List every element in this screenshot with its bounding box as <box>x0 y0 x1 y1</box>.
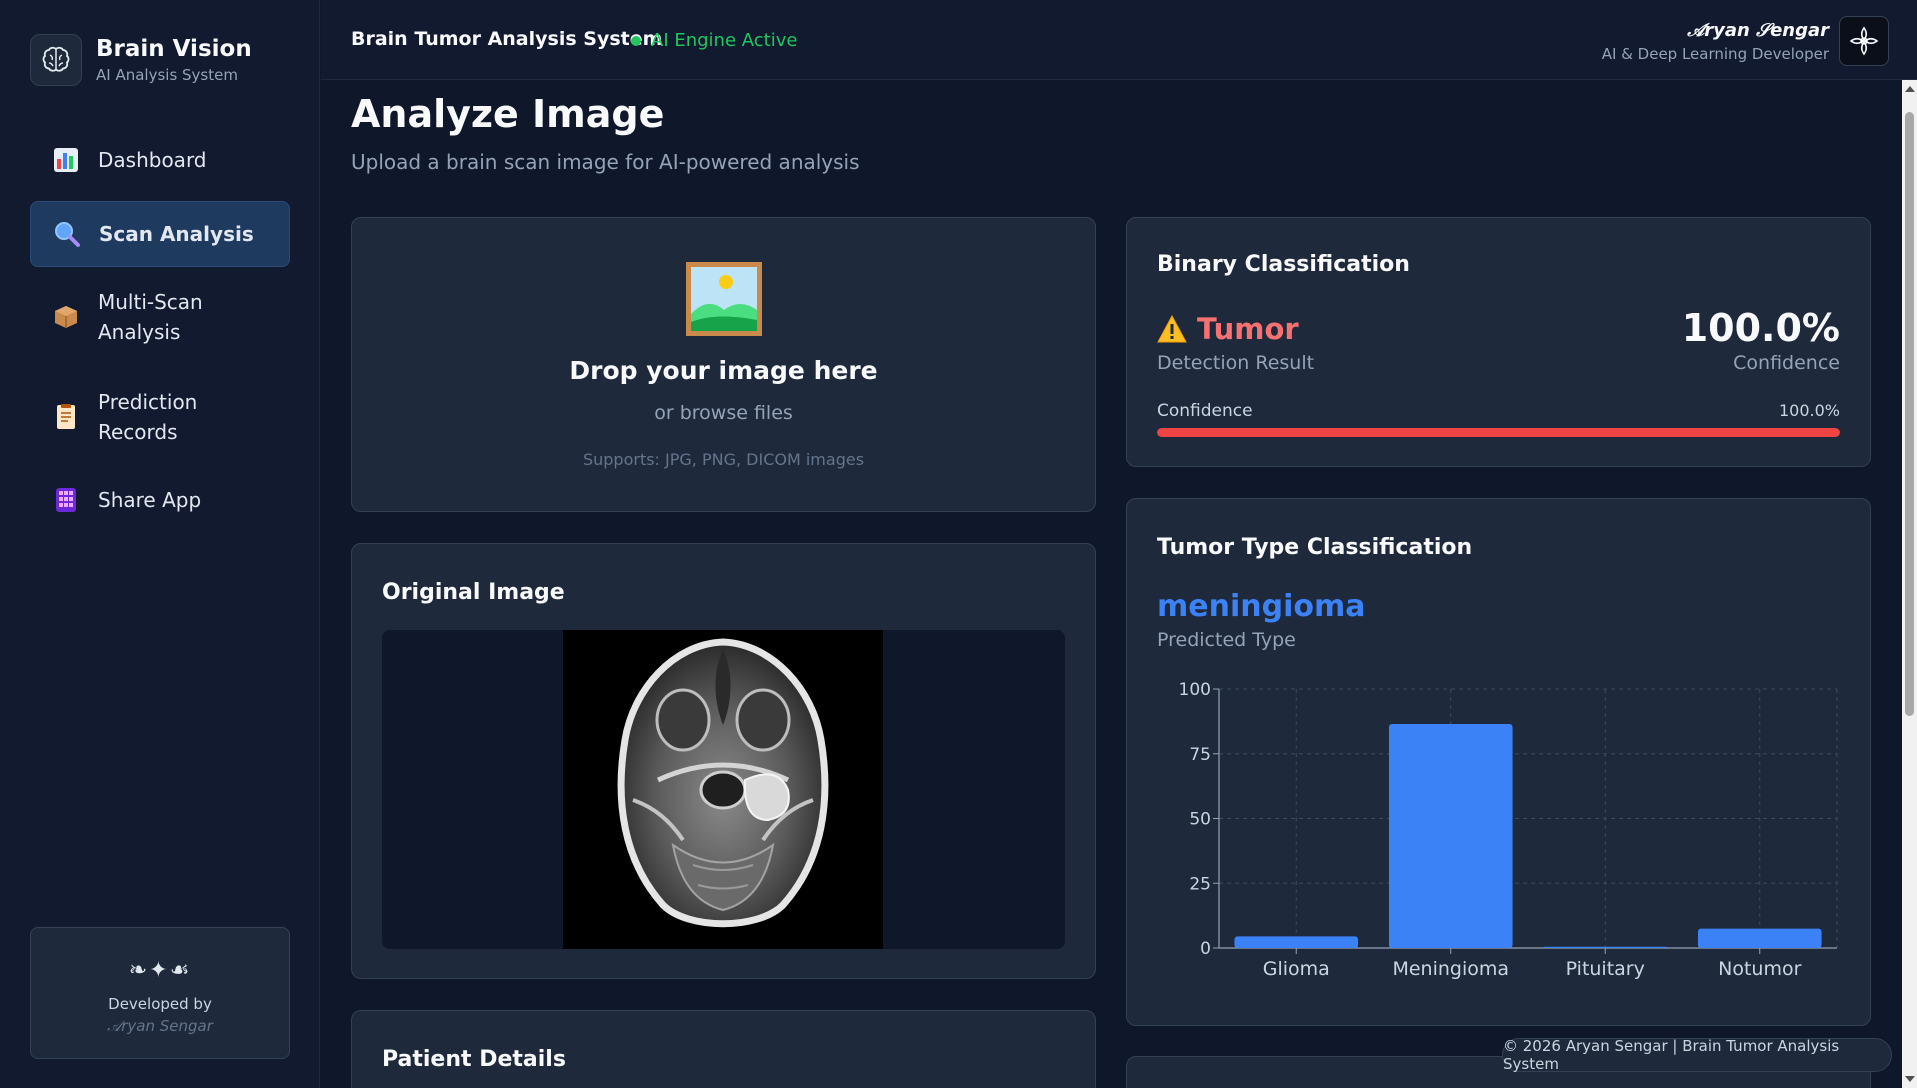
y-tick-label: 50 <box>1189 810 1211 830</box>
tumor-type-bar-chart: 0 25 50 75 100 Glioma Meningioma Pituitary Notum… <box>1179 680 1838 980</box>
picture-icon <box>686 262 762 336</box>
sidebar-nav: Dashboard Scan Analysis Multi-Scan Analy… <box>30 128 290 533</box>
system-title: Brain Tumor Analysis System <box>351 28 663 50</box>
y-tick-label: 0 <box>1200 939 1211 959</box>
magnifier-icon <box>53 220 81 248</box>
confidence-bar-label: Confidence <box>1157 401 1253 421</box>
brand[interactable]: Brain Vision AI Analysis System <box>30 34 252 86</box>
scrollbar[interactable] <box>1902 80 1917 1088</box>
scroll-up-arrow-icon[interactable] <box>1905 86 1915 92</box>
y-tick-label: 75 <box>1189 745 1211 765</box>
card-title: Patient Details <box>382 1047 566 1072</box>
patient-details-card: Patient Details <box>351 1010 1096 1088</box>
confidence-value: 100.0% <box>1681 306 1840 350</box>
upload-dropzone[interactable]: Drop your image here or browse files Sup… <box>351 217 1096 512</box>
x-tick-label: Meningioma <box>1392 958 1509 980</box>
avatar-logo-icon <box>1849 26 1879 56</box>
bar-chart-icon <box>52 146 80 174</box>
sidebar-item-share-app[interactable]: Share App <box>30 467 290 533</box>
user-info: 𝒜ryan 𝒮engar AI & Deep Learning Develope… <box>1602 20 1829 63</box>
developed-by-label: Developed by <box>108 995 212 1013</box>
avatar[interactable] <box>1839 16 1889 66</box>
confidence-caption: Confidence <box>1733 352 1840 374</box>
page-subtitle: Upload a brain scan image for AI-powered… <box>351 150 860 174</box>
brand-subtitle: AI Analysis System <box>96 66 238 84</box>
package-icon <box>52 303 80 331</box>
top-bar: Brain Tumor Analysis System AI Engine Ac… <box>321 0 1917 80</box>
developer-card: ❧✦☙ Developed by 𝒜ryan Sengar <box>30 927 290 1059</box>
brain-scan-image <box>563 630 883 949</box>
card-title: Original Image <box>382 580 565 605</box>
document-icon <box>52 403 80 431</box>
supported-formats: Supports: JPG, PNG, DICOM images <box>582 450 865 469</box>
user-role: AI & Deep Learning Developer <box>1601 45 1829 63</box>
user-name: 𝒜ryan 𝒮engar <box>1687 20 1829 41</box>
warning-icon <box>1157 315 1187 343</box>
page-title: Analyze Image <box>351 92 665 136</box>
sidebar-item-label: Prediction Records <box>98 390 198 444</box>
sidebar-item-scan-analysis[interactable]: Scan Analysis <box>30 201 290 267</box>
footer-copyright: © 2026 Aryan Sengar | Brain Tumor Analys… <box>1502 1037 1892 1073</box>
sidebar-item-label: Multi-Scan Analysis <box>98 290 203 344</box>
card-title: Binary Classification <box>1157 252 1410 277</box>
sidebar: Brain Vision AI Analysis System Dashboar… <box>0 0 320 1088</box>
brand-title: Brain Vision <box>96 36 252 62</box>
bar <box>1697 928 1822 948</box>
y-tick-label: 25 <box>1189 874 1211 894</box>
status-dot-icon <box>631 35 641 46</box>
detection-result: Tumor <box>1157 312 1299 346</box>
sidebar-item-multi-scan-analysis[interactable]: Multi-Scan Analysis <box>30 267 290 367</box>
ornament: ❧✦☙ <box>128 958 192 983</box>
brain-icon <box>30 34 82 86</box>
confidence-bar-value: 100.0% <box>1778 401 1840 420</box>
x-tick-label: Glioma <box>1263 958 1330 980</box>
sidebar-item-dashboard[interactable]: Dashboard <box>30 128 290 192</box>
image-preview <box>382 630 1065 949</box>
developer-name: 𝒜ryan Sengar <box>107 1017 213 1035</box>
bar <box>1234 936 1359 948</box>
binary-classification-card: Binary Classification Tumor Detection Re… <box>1126 217 1871 467</box>
original-image-card: Original Image <box>351 543 1096 979</box>
scroll-down-arrow-icon[interactable] <box>1905 1076 1915 1082</box>
confidence-progress-fill <box>1157 428 1840 437</box>
bar <box>1543 946 1668 948</box>
sidebar-item-label: Scan Analysis <box>99 222 254 246</box>
detection-caption: Detection Result <box>1157 352 1315 374</box>
bar <box>1388 723 1513 948</box>
sidebar-item-prediction-records[interactable]: Prediction Records <box>30 367 290 467</box>
sidebar-item-label: Dashboard <box>98 148 207 172</box>
engine-status: AI Engine Active <box>631 30 797 51</box>
browse-files-link[interactable]: or browse files <box>352 402 1095 424</box>
engine-status-label: AI Engine Active <box>651 30 798 51</box>
dropzone-title: Drop your image here <box>569 356 878 385</box>
apps-grid-icon <box>52 486 80 514</box>
confidence-progress-bar <box>1157 428 1840 437</box>
x-tick-label: Pituitary <box>1566 958 1645 980</box>
tumor-type-card: Tumor Type Classification meningioma Pre… <box>1126 498 1871 1026</box>
detection-label: Tumor <box>1197 312 1299 346</box>
y-tick-label: 100 <box>1179 680 1211 700</box>
scrollbar-thumb[interactable] <box>1905 112 1914 716</box>
sidebar-item-label: Share App <box>98 488 202 512</box>
x-tick-label: Notumor <box>1718 958 1801 980</box>
